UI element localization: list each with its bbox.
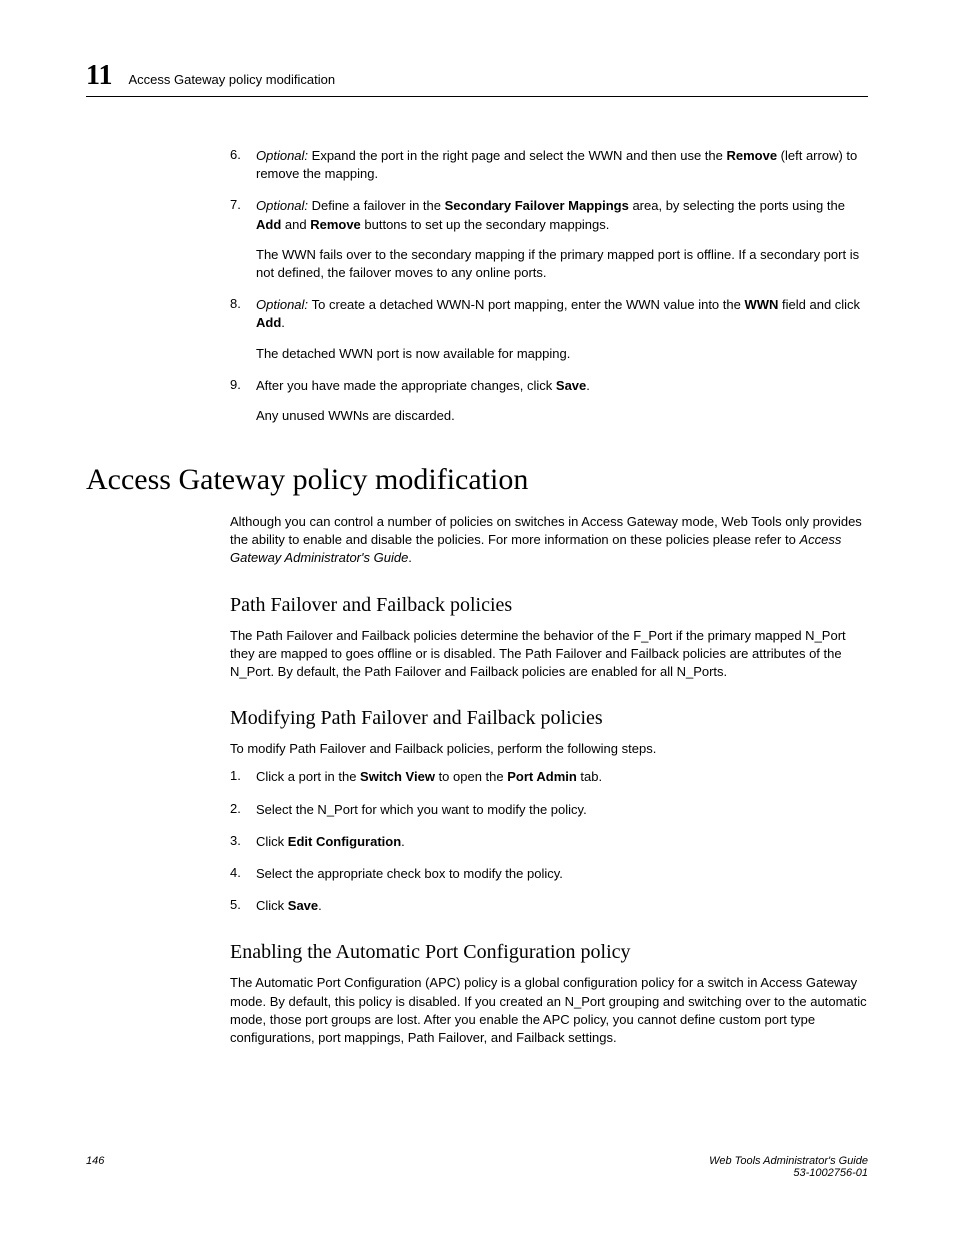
step-text: Click Edit Configuration. — [256, 833, 868, 851]
page-number: 146 — [86, 1155, 104, 1179]
text-run: Edit Configuration — [288, 834, 401, 849]
step-list: 1.Click a port in the Switch View to ope… — [230, 768, 868, 915]
step-text: Optional: Define a failover in the Secon… — [256, 197, 868, 282]
doc-title: Web Tools Administrator's Guide — [709, 1155, 868, 1167]
text-run: Save — [556, 378, 586, 393]
step-subtext: The WWN fails over to the secondary mapp… — [256, 246, 868, 282]
step-item: 7.Optional: Define a failover in the Sec… — [230, 197, 868, 282]
text-run: and — [281, 217, 310, 232]
header-title: Access Gateway policy modification — [128, 72, 335, 87]
text-run: Add — [256, 217, 281, 232]
body-text: The Automatic Port Configuration (APC) p… — [230, 974, 868, 1047]
step-item: 6.Optional: Expand the port in the right… — [230, 147, 868, 183]
chapter-number: 11 — [86, 60, 112, 92]
text-run: Select the appropriate check box to modi… — [256, 866, 563, 881]
section-intro: Although you can control a number of pol… — [230, 513, 868, 568]
text-run: Optional: — [256, 198, 312, 213]
step-text: Optional: Expand the port in the right p… — [256, 147, 868, 183]
step-item: 2.Select the N_Port for which you want t… — [230, 801, 868, 819]
step-number: 6. — [230, 147, 256, 183]
text-run: . — [281, 315, 285, 330]
step-item: 5.Click Save. — [230, 897, 868, 915]
text-run: Secondary Failover Mappings — [445, 198, 629, 213]
step-item: 9.After you have made the appropriate ch… — [230, 377, 868, 425]
text-run: Add — [256, 315, 281, 330]
text-run: Save — [288, 898, 318, 913]
text-run: Click — [256, 898, 288, 913]
step-item: 1.Click a port in the Switch View to ope… — [230, 768, 868, 786]
step-number: 7. — [230, 197, 256, 282]
text-run: . — [586, 378, 590, 393]
text-run: Click — [256, 834, 288, 849]
text-run: Switch View — [360, 769, 435, 784]
text-run: buttons to set up the secondary mappings… — [361, 217, 610, 232]
text-run: Optional: — [256, 297, 312, 312]
doc-id: 53-1002756-01 — [709, 1167, 868, 1179]
text-run: Remove — [310, 217, 361, 232]
step-subtext: The detached WWN port is now available f… — [256, 345, 868, 363]
text-run: Although you can control a number of pol… — [230, 514, 862, 547]
text-run: Expand the port in the right page and se… — [312, 148, 727, 163]
step-number: 1. — [230, 768, 256, 786]
step-list: 6.Optional: Expand the port in the right… — [230, 147, 868, 425]
page-header: 11 Access Gateway policy modification — [86, 60, 868, 97]
text-run: . — [408, 550, 412, 565]
step-number: 2. — [230, 801, 256, 819]
step-number: 5. — [230, 897, 256, 915]
body-text: To modify Path Failover and Failback pol… — [230, 740, 868, 758]
text-run: Port Admin — [507, 769, 577, 784]
step-text: Select the appropriate check box to modi… — [256, 865, 868, 883]
text-run: Select the N_Port for which you want to … — [256, 802, 587, 817]
step-item: 8.Optional: To create a detached WWN-N p… — [230, 296, 868, 363]
step-text: Optional: To create a detached WWN-N por… — [256, 296, 868, 363]
text-run: field and click — [778, 297, 860, 312]
step-number: 9. — [230, 377, 256, 425]
text-run: After you have made the appropriate chan… — [256, 378, 556, 393]
text-run: tab. — [577, 769, 602, 784]
step-number: 8. — [230, 296, 256, 363]
subsection-heading: Modifying Path Failover and Failback pol… — [230, 707, 868, 730]
step-text: Select the N_Port for which you want to … — [256, 801, 868, 819]
step-text: Click a port in the Switch View to open … — [256, 768, 868, 786]
text-run: To create a detached WWN-N port mapping,… — [312, 297, 745, 312]
step-number: 3. — [230, 833, 256, 851]
text-run: Click a port in the — [256, 769, 360, 784]
text-run: WWN — [744, 297, 778, 312]
text-run: . — [318, 898, 322, 913]
step-number: 4. — [230, 865, 256, 883]
step-item: 3.Click Edit Configuration. — [230, 833, 868, 851]
step-item: 4.Select the appropriate check box to mo… — [230, 865, 868, 883]
subsection-heading: Path Failover and Failback policies — [230, 594, 868, 617]
text-run: . — [401, 834, 405, 849]
step-text: After you have made the appropriate chan… — [256, 377, 868, 425]
section-heading: Access Gateway policy modification — [86, 463, 868, 497]
text-run: area, by selecting the ports using the — [629, 198, 845, 213]
text-run: Optional: — [256, 148, 312, 163]
subsection-heading: Enabling the Automatic Port Configuratio… — [230, 941, 868, 964]
text-run: Remove — [726, 148, 777, 163]
body-text: The Path Failover and Failback policies … — [230, 627, 868, 682]
page-footer: 146 Web Tools Administrator's Guide 53-1… — [86, 1155, 868, 1179]
step-subtext: Any unused WWNs are discarded. — [256, 407, 868, 425]
text-run: to open the — [435, 769, 507, 784]
step-text: Click Save. — [256, 897, 868, 915]
text-run: Define a failover in the — [312, 198, 445, 213]
